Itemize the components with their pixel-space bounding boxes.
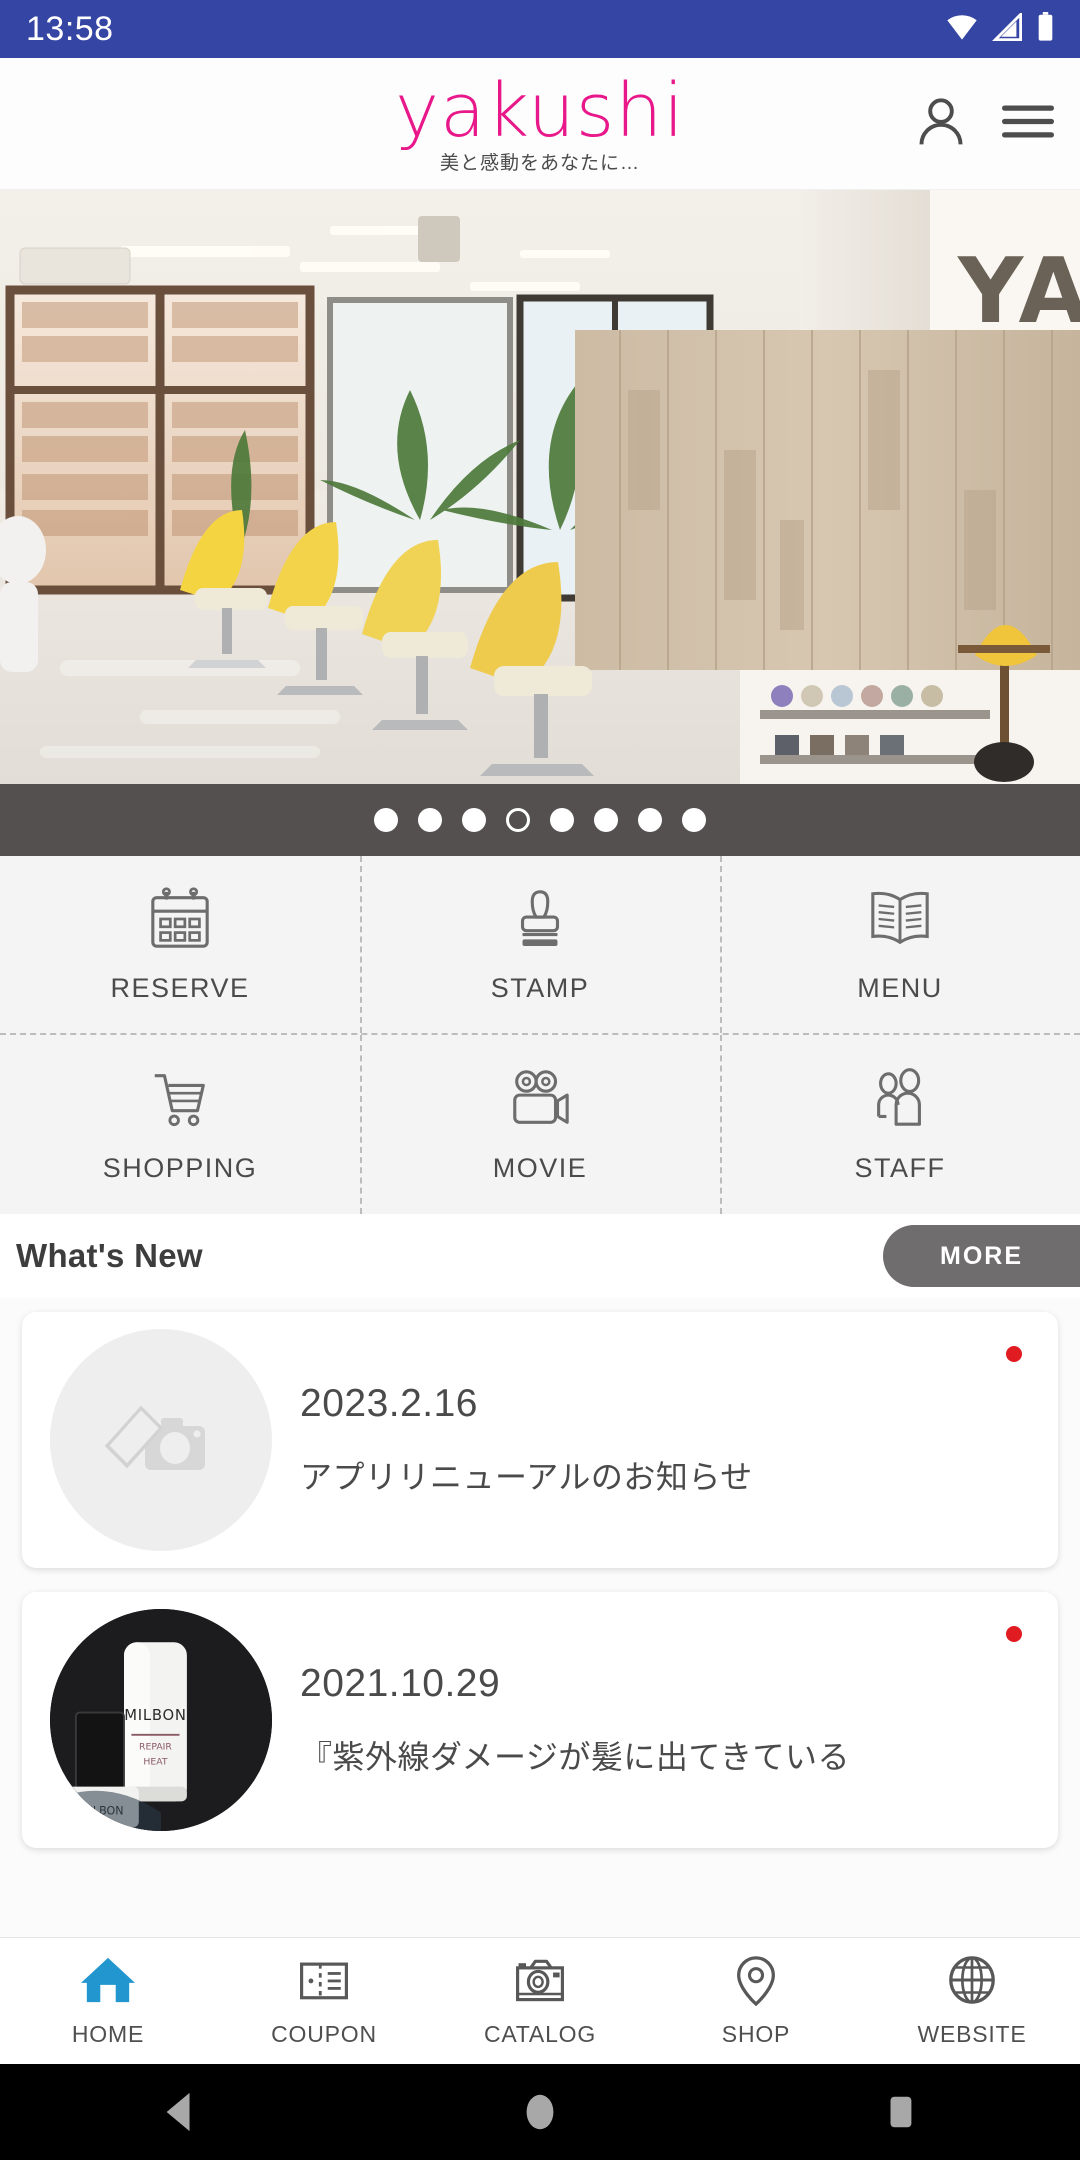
news-text: アプリリニューアルのお知らせ — [300, 1459, 753, 1495]
quick-menu-row-1: RESERVE STAMP MENU — [0, 856, 1080, 1035]
wifi-icon — [945, 13, 979, 46]
yakushi-wall-sign: YAKUS — [957, 239, 1080, 344]
header-actions — [914, 94, 1054, 153]
news-date: 2023.2.16 — [300, 1382, 479, 1425]
nav-item-website[interactable]: WEBSITE — [864, 1954, 1080, 2048]
salon-interior-photo: YAKUS — [0, 190, 1080, 784]
people-icon — [867, 1066, 933, 1137]
quick-menu-stamp[interactable]: STAMP — [360, 856, 720, 1033]
nav-label: WEBSITE — [917, 2021, 1027, 2047]
milbon-product-photo: MILBON REPAIR HEAT MILBON — [50, 1609, 272, 1831]
nav-item-home[interactable]: HOME — [0, 1954, 216, 2048]
whats-new-more-button[interactable]: MORE — [883, 1225, 1080, 1287]
carousel-dot[interactable] — [374, 808, 398, 832]
home-icon — [79, 1954, 137, 2011]
quick-menu-grid: RESERVE STAMP MENU SHOPPING MOVIE STAFF — [0, 856, 1080, 1214]
news-body: 2021.10.29 『紫外線ダメージが髪に出てきている — [272, 1662, 1024, 1778]
battery-icon — [1037, 11, 1054, 47]
carousel-dot[interactable] — [462, 808, 486, 832]
shopping-cart-icon — [147, 1066, 213, 1137]
system-navigation-bar — [0, 2064, 1080, 2160]
whats-new-header: What's New MORE — [0, 1214, 1080, 1298]
quick-menu-shopping[interactable]: SHOPPING — [0, 1035, 360, 1214]
carousel-dot[interactable] — [418, 808, 442, 832]
hero-carousel-image[interactable]: YAKUS — [0, 190, 1080, 784]
carousel-dot[interactable] — [594, 808, 618, 832]
news-item[interactable]: 2023.2.16 アプリリニューアルのお知らせ — [22, 1312, 1058, 1568]
status-bar: 13:58 — [0, 0, 1080, 58]
brand-name: yakushi — [395, 67, 685, 154]
quick-menu-menu[interactable]: MENU — [720, 856, 1080, 1033]
news-item[interactable]: MILBON REPAIR HEAT MILBON 2021.10.29 『紫外… — [22, 1592, 1058, 1848]
news-body: 2023.2.16 アプリリニューアルのお知らせ — [272, 1382, 1024, 1498]
carousel-indicator-bar[interactable] — [0, 784, 1080, 856]
camera-icon — [512, 1954, 568, 2011]
quick-menu-staff[interactable]: STAFF — [720, 1035, 1080, 1214]
quick-menu-label: MENU — [857, 972, 943, 1003]
quick-menu-label: SHOPPING — [102, 1152, 258, 1183]
nav-item-shop[interactable]: SHOP — [648, 1954, 864, 2048]
hamburger-menu-icon[interactable] — [1002, 101, 1054, 146]
home-circle-icon — [526, 2094, 554, 2130]
nav-label: SHOP — [721, 2021, 791, 2047]
nav-label: CATALOG — [483, 2021, 597, 2047]
svg-text:REPAIR: REPAIR — [139, 1742, 172, 1753]
news-text: 『紫外線ダメージが髪に出てきている — [300, 1739, 850, 1775]
status-icon-group — [945, 10, 1054, 47]
nav-item-catalog[interactable]: CATALOG — [432, 1954, 648, 2048]
carousel-dot[interactable] — [682, 808, 706, 832]
recents-square-icon — [890, 2096, 912, 2128]
system-recents-button[interactable] — [720, 2089, 1080, 2135]
quick-menu-label: MOVIE — [492, 1152, 588, 1183]
calendar-icon — [147, 886, 213, 957]
news-thumbnail: MILBON REPAIR HEAT MILBON — [50, 1609, 272, 1831]
carousel-dot[interactable] — [550, 808, 574, 832]
news-thumbnail — [50, 1329, 272, 1551]
svg-text:YAKUS: YAKUS — [957, 239, 1080, 344]
svg-text:MILBON: MILBON — [124, 1707, 186, 1724]
whats-new-title: What's New — [16, 1237, 203, 1274]
status-clock: 13:58 — [26, 9, 114, 48]
quick-menu-movie[interactable]: MOVIE — [360, 1035, 720, 1214]
whats-new-list[interactable]: 2023.2.16 アプリリニューアルのお知らせ MILBON REPAIR H… — [0, 1298, 1080, 1937]
unread-badge — [1006, 1346, 1022, 1362]
nav-label: COUPON — [271, 2021, 377, 2047]
movie-camera-icon — [505, 1066, 575, 1137]
app-screen: 13:58 yakushi 美と感動をあなたに… YA RESERVE STAM… — [0, 0, 1080, 2160]
map-pin-icon — [730, 1954, 782, 2011]
bottom-navigation: HOME COUPON CATALOG SHOP WEBSITE — [0, 1937, 1080, 2064]
carousel-dot-active[interactable] — [506, 808, 530, 832]
open-book-icon — [865, 886, 935, 957]
system-back-button[interactable] — [0, 2089, 360, 2135]
quick-menu-label: RESERVE — [110, 972, 250, 1003]
app-header: yakushi 美と感動をあなたに… — [0, 58, 1080, 190]
globe-icon — [945, 1954, 999, 2011]
news-date: 2021.10.29 — [300, 1662, 501, 1705]
nav-item-coupon[interactable]: COUPON — [216, 1954, 432, 2048]
quick-menu-label: STAFF — [854, 1152, 946, 1183]
brand-logo[interactable]: yakushi 美と感動をあなたに… — [395, 67, 685, 175]
quick-menu-reserve[interactable]: RESERVE — [0, 856, 360, 1033]
quick-menu-row-2: SHOPPING MOVIE STAFF — [0, 1035, 1080, 1214]
unread-badge — [1006, 1626, 1022, 1642]
person-icon[interactable] — [914, 94, 968, 153]
system-home-button[interactable] — [360, 2089, 720, 2135]
image-placeholder-icon — [104, 1405, 205, 1470]
quick-menu-label: STAMP — [490, 972, 590, 1003]
nav-label: HOME — [71, 2021, 145, 2047]
stamp-icon — [507, 886, 573, 957]
back-triangle-icon — [166, 2092, 190, 2132]
carousel-dot[interactable] — [638, 808, 662, 832]
cellular-signal-icon — [992, 10, 1024, 46]
coupon-ticket-icon — [296, 1954, 352, 2011]
svg-text:HEAT: HEAT — [143, 1756, 167, 1767]
